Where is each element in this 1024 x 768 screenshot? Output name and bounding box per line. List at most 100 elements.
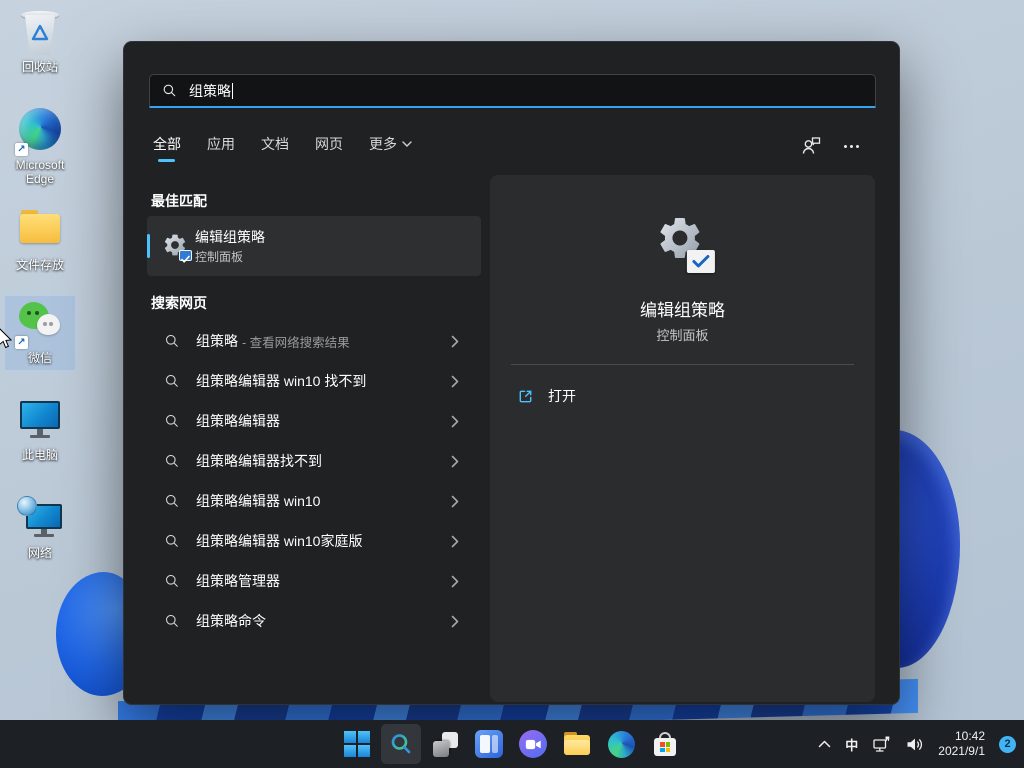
checkmark-badge-icon — [686, 250, 714, 273]
taskbar-start-button[interactable] — [337, 724, 377, 764]
taskbar-edge-button[interactable] — [601, 724, 641, 764]
best-match-title: 编辑组策略 — [195, 227, 265, 247]
widgets-icon — [475, 730, 503, 758]
desktop-icon-label: 文件存放 — [3, 258, 77, 272]
chevron-right-icon[interactable] — [451, 575, 459, 588]
tray-chevron-up-icon[interactable] — [818, 740, 831, 748]
web-suggestion-row[interactable]: 组策略编辑器 — [147, 401, 481, 441]
search-icon — [164, 373, 180, 389]
ime-indicator[interactable]: 中 — [845, 735, 858, 754]
best-match-subtitle: 控制面板 — [195, 248, 243, 265]
suggestion-text: 组策略编辑器找不到 — [196, 451, 322, 471]
mouse-cursor — [0, 327, 14, 351]
taskbar-chat-button[interactable] — [513, 724, 553, 764]
clock[interactable]: 10:42 2021/9/1 — [938, 729, 985, 759]
edge-icon: ↗ — [17, 108, 63, 154]
network-icon — [17, 496, 63, 542]
suggestion-text: 组策略编辑器 win10 找不到 — [196, 371, 366, 391]
chevron-right-icon[interactable] — [451, 535, 459, 548]
desktop-icon-label: Microsoft Edge — [3, 158, 77, 186]
chevron-right-icon[interactable] — [451, 455, 459, 468]
desktop-icon-label: 微信 — [3, 351, 77, 365]
taskbar-file-explorer-button[interactable] — [557, 724, 597, 764]
checkmark-badge-icon — [179, 250, 192, 261]
desktop-icon-label: 此电脑 — [3, 448, 77, 462]
text-caret — [232, 83, 233, 99]
desktop-icon-folder[interactable]: 文件存放 — [3, 208, 77, 272]
suggestion-text: 组策略编辑器 win10 — [196, 491, 320, 511]
volume-icon[interactable] — [905, 736, 924, 753]
group-policy-gear-icon — [162, 232, 190, 260]
desktop-icon-network[interactable]: 网络 — [3, 496, 77, 560]
tab-documents[interactable]: 文档 — [261, 134, 289, 158]
search-icon — [164, 413, 180, 429]
web-suggestion-row[interactable]: 组策略编辑器 win10 — [147, 481, 481, 521]
system-tray: 中 10:42 2021/9/1 2 — [818, 720, 1016, 768]
chevron-right-icon[interactable] — [451, 615, 459, 628]
detail-title: 编辑组策略 — [490, 296, 875, 321]
chevron-right-icon[interactable] — [451, 495, 459, 508]
tray-time: 10:42 — [938, 729, 985, 744]
chevron-right-icon[interactable] — [451, 335, 459, 348]
search-icon — [164, 573, 180, 589]
tab-all[interactable]: 全部 — [153, 134, 181, 158]
search-icon — [164, 533, 180, 549]
taskbar-task-view-button[interactable] — [425, 724, 465, 764]
suggestion-text: 组策略命令 — [196, 611, 266, 631]
best-match-result[interactable]: 编辑组策略 控制面板 — [147, 216, 481, 276]
tab-more[interactable]: 更多 — [369, 134, 412, 158]
search-icon — [164, 613, 180, 629]
web-suggestion-row[interactable]: 组策略 - 查看网络搜索结果 — [147, 321, 481, 361]
network-icon[interactable] — [872, 735, 891, 754]
edge-icon — [608, 731, 635, 758]
active-tab-indicator — [158, 159, 175, 162]
chevron-down-icon — [402, 141, 412, 148]
desktop-icon-edge[interactable]: ↗ Microsoft Edge — [3, 108, 77, 186]
taskbar-store-button[interactable] — [645, 724, 685, 764]
taskbar: 中 10:42 2021/9/1 2 — [0, 720, 1024, 768]
taskbar-widgets-button[interactable] — [469, 724, 509, 764]
shortcut-arrow-icon: ↗ — [15, 336, 28, 349]
tab-web[interactable]: 网页 — [315, 134, 343, 158]
detail-subtitle: 控制面板 — [490, 325, 875, 344]
web-suggestion-row[interactable]: 组策略管理器 — [147, 561, 481, 601]
folder-icon — [17, 208, 63, 254]
chevron-right-icon[interactable] — [451, 415, 459, 428]
desktop-icon-wechat[interactable]: ↗ 微信 — [3, 301, 77, 365]
task-view-icon — [432, 731, 459, 758]
search-input[interactable]: 组策略 — [149, 74, 876, 108]
search-icon — [164, 333, 180, 349]
web-suggestion-row[interactable]: 组策略编辑器找不到 — [147, 441, 481, 481]
suggestion-text: 组策略 — [196, 331, 238, 351]
web-suggestion-row[interactable]: 组策略命令 — [147, 601, 481, 641]
suggestion-text: 组策略编辑器 win10家庭版 — [196, 531, 362, 551]
result-detail-panel: 编辑组策略 控制面板 打开 — [490, 175, 875, 702]
desktop-icon-recycle-bin[interactable]: 回收站 — [3, 10, 77, 74]
open-action[interactable]: 打开 — [517, 381, 576, 411]
desktop-icon-label: 回收站 — [3, 60, 77, 74]
divider — [511, 364, 854, 365]
chevron-right-icon[interactable] — [451, 375, 459, 388]
taskbar-search-button[interactable] — [381, 724, 421, 764]
windows-logo-icon — [344, 731, 370, 757]
chat-icon — [519, 730, 547, 758]
this-pc-icon — [17, 398, 63, 444]
web-suggestion-row[interactable]: 组策略编辑器 win10 找不到 — [147, 361, 481, 401]
suggestion-note: - 查看网络搜索结果 — [242, 332, 350, 351]
search-flyout: 组策略 全部 应用 文档 网页 更多 最佳匹配 — [123, 41, 900, 705]
recycle-bin-icon — [17, 10, 63, 56]
web-suggestion-row[interactable]: 组策略编辑器 win10家庭版 — [147, 521, 481, 561]
selection-accent-bar — [147, 234, 150, 258]
account-icon[interactable] — [801, 136, 822, 156]
search-filter-tabs: 全部 应用 文档 网页 更多 — [153, 134, 412, 158]
search-icon — [164, 493, 180, 509]
wechat-icon: ↗ — [17, 301, 63, 347]
open-external-icon — [517, 388, 534, 405]
suggestion-text: 组策略管理器 — [196, 571, 280, 591]
tab-apps[interactable]: 应用 — [207, 134, 235, 158]
notification-badge[interactable]: 2 — [999, 736, 1016, 753]
more-options-icon[interactable] — [844, 145, 859, 148]
search-icon — [388, 731, 414, 757]
shortcut-arrow-icon: ↗ — [15, 143, 28, 156]
desktop-icon-this-pc[interactable]: 此电脑 — [3, 398, 77, 462]
